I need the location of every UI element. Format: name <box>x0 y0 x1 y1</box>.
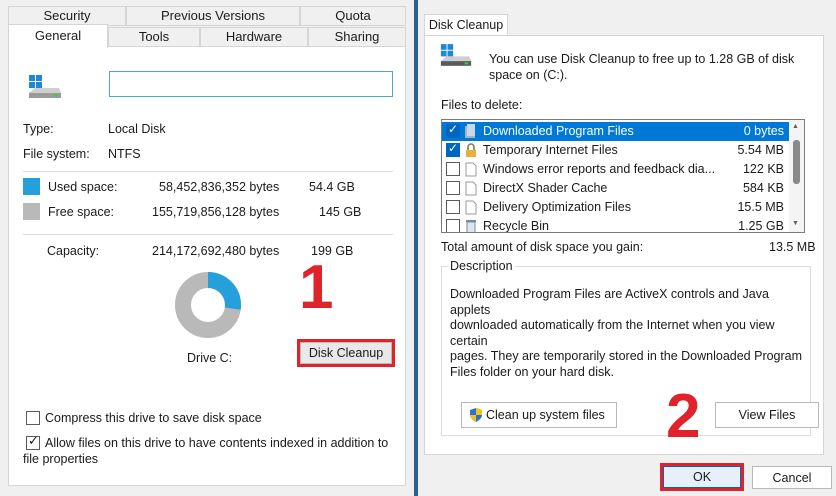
scroll-thumb[interactable] <box>793 140 800 184</box>
file-row-temporary-internet-files[interactable]: Temporary Internet Files 5.54 MB <box>442 141 790 160</box>
cancel-button[interactable]: Cancel <box>752 466 832 489</box>
recycle-bin-icon <box>466 220 476 232</box>
scroll-up-icon[interactable]: ▲ <box>792 123 799 130</box>
capacity-bytes: 214,172,692,480 bytes <box>152 244 280 258</box>
scroll-down-icon[interactable]: ▼ <box>792 220 799 227</box>
index-label-line-2: file properties <box>23 452 99 466</box>
disk-cleanup-button[interactable]: Disk Cleanup <box>300 342 392 364</box>
used-space-size: 54.4 GB <box>309 180 355 194</box>
disk-cleanup-dialog: Disk Cleanup You can use Disk Cleanup to… <box>418 0 836 496</box>
file-icon <box>465 181 477 196</box>
folder-icon <box>465 124 475 138</box>
used-space-bytes: 58,452,836,352 bytes <box>159 180 280 194</box>
drive-properties-dialog: Security Previous Versions Quota Tools H… <box>0 0 414 496</box>
file-system-label: File system: <box>23 147 90 161</box>
used-space-swatch <box>23 178 40 195</box>
file-icon <box>465 162 477 177</box>
total-gain-value: 13.5 MB <box>769 240 816 254</box>
free-space-size: 145 GB <box>319 205 362 219</box>
file-size: 15.5 MB <box>737 200 784 214</box>
capacity-label: Capacity: <box>47 244 100 258</box>
description-line-4: Files folder on your hard disk. <box>450 364 614 379</box>
step-2-annotation: 2 <box>666 382 701 451</box>
used-space-label: Used space: <box>48 180 118 194</box>
drive-icon <box>29 75 61 98</box>
free-space-bytes: 155,719,856,128 bytes <box>152 205 280 219</box>
file-row-recycle-bin[interactable]: Recycle Bin 1.25 GB <box>442 217 790 233</box>
general-tab-panel: Type: Local Disk File system: NTFS Used … <box>8 46 406 486</box>
divider <box>23 234 393 235</box>
files-to-delete-list[interactable]: Downloaded Program Files 0 bytes Tempora… <box>441 119 805 233</box>
file-checkbox[interactable] <box>446 162 460 176</box>
tab-quota[interactable]: Quota <box>300 6 406 26</box>
description-line-2: downloaded automatically from the Intern… <box>450 318 775 348</box>
view-files-button[interactable]: View Files <box>715 402 819 428</box>
tab-security[interactable]: Security <box>8 6 126 26</box>
clean-up-system-files-label: Clean up system files <box>486 408 605 422</box>
disk-cleanup-panel: You can use Disk Cleanup to free up to 1… <box>424 35 824 455</box>
index-checkbox[interactable] <box>26 434 40 450</box>
description-title: Description <box>448 259 515 273</box>
file-size: 1.25 GB <box>738 219 784 233</box>
tab-disk-cleanup[interactable]: Disk Cleanup <box>424 14 508 36</box>
file-checkbox[interactable] <box>446 122 460 138</box>
index-label-line-1: Allow files on this drive to have conten… <box>45 436 389 450</box>
file-checkbox[interactable] <box>446 141 460 157</box>
intro-text-line-2: space on (C:). <box>489 68 568 82</box>
file-checkbox[interactable] <box>446 200 460 214</box>
file-name: Delivery Optimization Files <box>483 200 631 214</box>
file-size: 122 KB <box>742 162 784 176</box>
description-text: Downloaded Program Files are ActiveX con… <box>450 287 806 380</box>
file-name: Temporary Internet Files <box>483 143 618 157</box>
file-name: Downloaded Program Files <box>483 124 634 138</box>
compress-label: Compress this drive to save disk space <box>45 411 262 425</box>
intro-text-line-1: You can use Disk Cleanup to free up to 1… <box>489 52 795 66</box>
file-checkbox[interactable] <box>446 181 460 195</box>
file-name: Recycle Bin <box>483 219 549 233</box>
tab-previous-versions[interactable]: Previous Versions <box>126 6 300 26</box>
file-row-directx-shader-cache[interactable]: DirectX Shader Cache 584 KB <box>442 179 790 198</box>
tab-general[interactable]: General <box>8 24 108 48</box>
step-1-annotation: 1 <box>299 253 334 322</box>
compress-checkbox[interactable] <box>26 411 40 425</box>
file-size: 584 KB <box>742 181 784 195</box>
description-line-1: Downloaded Program Files are ActiveX con… <box>450 287 769 317</box>
tab-sharing[interactable]: Sharing <box>308 27 406 47</box>
file-size: 5.54 MB <box>737 143 784 157</box>
drive-name-input[interactable] <box>109 71 393 97</box>
file-list-scrollbar[interactable]: ▲ ▼ <box>789 120 804 232</box>
file-icon <box>465 200 477 215</box>
free-space-label: Free space: <box>48 205 115 219</box>
type-label: Type: <box>23 122 54 136</box>
file-row-windows-error-reports[interactable]: Windows error reports and feedback dia..… <box>442 160 790 179</box>
file-size: 0 bytes <box>743 124 784 138</box>
ok-highlight: OK <box>660 463 744 491</box>
file-checkbox[interactable] <box>446 219 460 232</box>
disk-cleanup-highlight: Disk Cleanup <box>297 339 395 367</box>
drive-cleanup-icon <box>440 44 472 66</box>
drive-letter-label: Drive C: <box>187 351 233 365</box>
file-system-value: NTFS <box>108 147 141 161</box>
type-value: Local Disk <box>108 122 166 136</box>
description-line-3: pages. They are temporarily stored in th… <box>450 349 803 363</box>
clean-up-system-files-button[interactable]: Clean up system files <box>461 402 617 428</box>
lock-icon <box>466 143 476 157</box>
file-row-delivery-optimization-files[interactable]: Delivery Optimization Files 15.5 MB <box>442 198 790 217</box>
total-gain-label: Total amount of disk space you gain: <box>441 240 644 254</box>
tab-tools[interactable]: Tools <box>108 27 200 47</box>
file-name: Windows error reports and feedback dia..… <box>483 162 716 176</box>
ok-button[interactable]: OK <box>663 466 741 488</box>
file-name: DirectX Shader Cache <box>483 181 608 195</box>
file-row-downloaded-program-files[interactable]: Downloaded Program Files 0 bytes <box>442 122 790 141</box>
disk-usage-donut <box>175 272 241 338</box>
divider <box>23 171 393 172</box>
files-to-delete-label: Files to delete: <box>441 98 523 112</box>
uac-shield-icon <box>470 408 482 422</box>
tab-hardware[interactable]: Hardware <box>200 27 308 47</box>
free-space-swatch <box>23 203 40 220</box>
